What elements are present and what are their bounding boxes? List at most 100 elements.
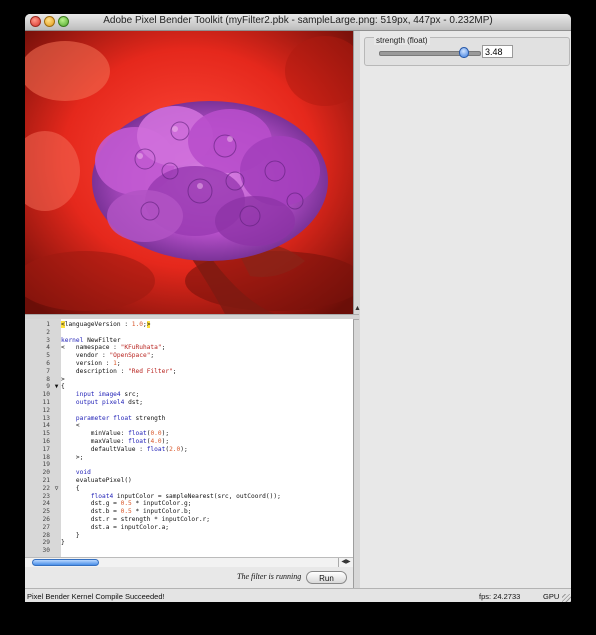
line-number: 17 [42, 445, 50, 453]
code-line[interactable]: 5 vendor : "OpenSpace"; [25, 352, 353, 360]
code-text: dst.g = 0.5 * inputColor.g; [61, 500, 192, 508]
code-line[interactable]: 20 void [25, 469, 353, 477]
code-text: void [75, 469, 91, 477]
code-text: > [61, 375, 65, 383]
vertical-splitter[interactable]: ▲ [353, 31, 361, 588]
line-number: 18 [42, 453, 50, 461]
code-line[interactable]: 27 dst.a = inputColor.a; [25, 524, 353, 532]
line-number: 9 [46, 383, 50, 391]
code-line[interactable]: 19 [25, 461, 353, 469]
strength-parameter: strength (float) 3.48 [364, 36, 570, 66]
code-editor[interactable]: 1 <languageVersion : 1.0;> 2 3 kernel NewFil… [25, 319, 353, 557]
title-bar[interactable]: Adobe Pixel Bender Toolkit (myFilter2.pb… [25, 14, 571, 31]
app-window: Adobe Pixel Bender Toolkit (myFilter2.pb… [25, 14, 571, 602]
code-text: } [61, 531, 80, 539]
code-line[interactable]: 8 > [25, 376, 353, 384]
code-line[interactable]: 30 [25, 547, 353, 555]
code-line[interactable]: 1 <languageVersion : 1.0;> [25, 321, 353, 329]
code-line[interactable]: 28 } [25, 532, 353, 540]
code-text: dst.r = strength * inputColor.r; [61, 516, 211, 523]
line-number: 24 [42, 500, 50, 508]
code-line[interactable]: 22 ▽ { [25, 485, 353, 493]
code-line[interactable]: 2 [25, 329, 353, 337]
line-number: 7 [46, 367, 50, 375]
code-text: evaluatePixel() [61, 477, 132, 484]
code-text: >; [61, 453, 84, 461]
line-number: 20 [42, 469, 50, 477]
line-number: 26 [42, 516, 50, 523]
line-number: 25 [42, 508, 50, 516]
resize-grip-icon[interactable] [562, 594, 571, 602]
code-text: kernel NewFilter [61, 336, 121, 344]
run-bar: The filter is running Run [25, 567, 353, 588]
line-number: 10 [42, 391, 50, 399]
code-line[interactable]: 15 minValue: float(0.0); [25, 430, 353, 438]
code-line[interactable]: 29} [25, 539, 353, 547]
render-mode: GPU [543, 592, 560, 601]
code-text: output pixel4 dst; [75, 399, 143, 406]
line-number: 1 [46, 321, 50, 328]
code-line[interactable]: 13 parameter float strength [25, 415, 353, 423]
horizontal-scrollbar[interactable]: ◀▶ [25, 557, 353, 567]
code-text: description : "Red Filter"; [61, 367, 177, 375]
code-line[interactable]: 16 maxValue: float(4.0); [25, 438, 353, 446]
line-number: 29 [42, 539, 50, 547]
code-line[interactable]: 9 ▼{ [25, 383, 353, 391]
code-text: vendor : "OpenSpace"; [61, 352, 155, 360]
code-line[interactable]: 12 [25, 407, 353, 415]
line-number: 13 [42, 414, 50, 422]
code-text: float4 inputColor = sampleNearest(src, o… [90, 492, 281, 500]
code-text: { [61, 383, 65, 391]
image-preview[interactable] [25, 31, 353, 314]
code-text: { [61, 484, 80, 492]
line-number: 16 [42, 438, 50, 445]
line-number: 2 [46, 328, 50, 336]
window-title: Adobe Pixel Bender Toolkit (myFilter2.pb… [103, 15, 493, 26]
code-text: dst.b = 0.5 * inputColor.b; [61, 508, 192, 516]
strength-label: strength (float) [374, 36, 430, 45]
code-line[interactable]: 25 dst.b = 0.5 * inputColor.b; [25, 508, 353, 516]
code-line[interactable]: 6 version : 1; [25, 360, 353, 368]
strength-slider[interactable] [379, 47, 481, 58]
code-text: dst.a = inputColor.a; [61, 523, 170, 531]
code-line[interactable]: 3 kernel NewFilter [25, 337, 353, 345]
scrollbar-thumb[interactable] [32, 559, 99, 566]
fps-readout: fps: 24.2733 [479, 592, 521, 601]
parameters-panel: strength (float) 3.48 [360, 31, 571, 588]
line-number: 23 [42, 492, 50, 500]
code-line[interactable]: 11 output pixel4 dst; [25, 399, 353, 407]
fold-toggle-icon[interactable]: ▼ [53, 383, 60, 391]
fold-toggle-icon[interactable]: ▽ [53, 485, 60, 493]
line-number: 28 [42, 531, 50, 539]
scroll-arrows-icon[interactable]: ◀▶ [338, 558, 353, 567]
code-text: parameter float strength [75, 414, 166, 422]
compile-status: Pixel Bender Kernel Compile Succeeded! [27, 592, 165, 601]
code-line[interactable]: 23 float4 inputColor = sampleNearest(src… [25, 493, 353, 501]
line-number: 11 [42, 399, 50, 406]
code-line[interactable]: 18 >; [25, 454, 353, 462]
code-text: <languageVersion : 1.0;> [61, 321, 151, 328]
code-line[interactable]: 10 input image4 src; [25, 391, 353, 399]
line-number: 12 [42, 406, 50, 414]
code-line[interactable]: 21 evaluatePixel() [25, 477, 353, 485]
strength-slider-thumb[interactable] [459, 47, 469, 58]
line-number: 27 [42, 523, 50, 531]
filtered-image [25, 31, 353, 314]
code-line[interactable]: 4 < namespace : "KFuRuhata"; [25, 344, 353, 352]
code-line[interactable]: 26 dst.r = strength * inputColor.r; [25, 516, 353, 524]
code-line[interactable]: 17 defaultValue : float(2.0); [25, 446, 353, 454]
code-text: minValue: float(0.0); [61, 430, 170, 438]
line-number: 3 [46, 336, 50, 344]
line-number: 15 [42, 430, 50, 438]
filter-status-text: The filter is running [237, 572, 302, 581]
code-line[interactable]: 24 dst.g = 0.5 * inputColor.g; [25, 500, 353, 508]
code-line[interactable]: 7 description : "Red Filter"; [25, 368, 353, 376]
code-text: defaultValue : float(2.0); [61, 445, 188, 453]
line-number: 14 [42, 422, 50, 430]
run-button[interactable]: Run [306, 571, 347, 584]
code-text: } [61, 539, 65, 547]
code-text: version : 1; [61, 360, 121, 367]
strength-value-input[interactable]: 3.48 [482, 45, 513, 58]
code-line[interactable]: 14 < [25, 422, 353, 430]
line-number: 22 [42, 484, 50, 492]
